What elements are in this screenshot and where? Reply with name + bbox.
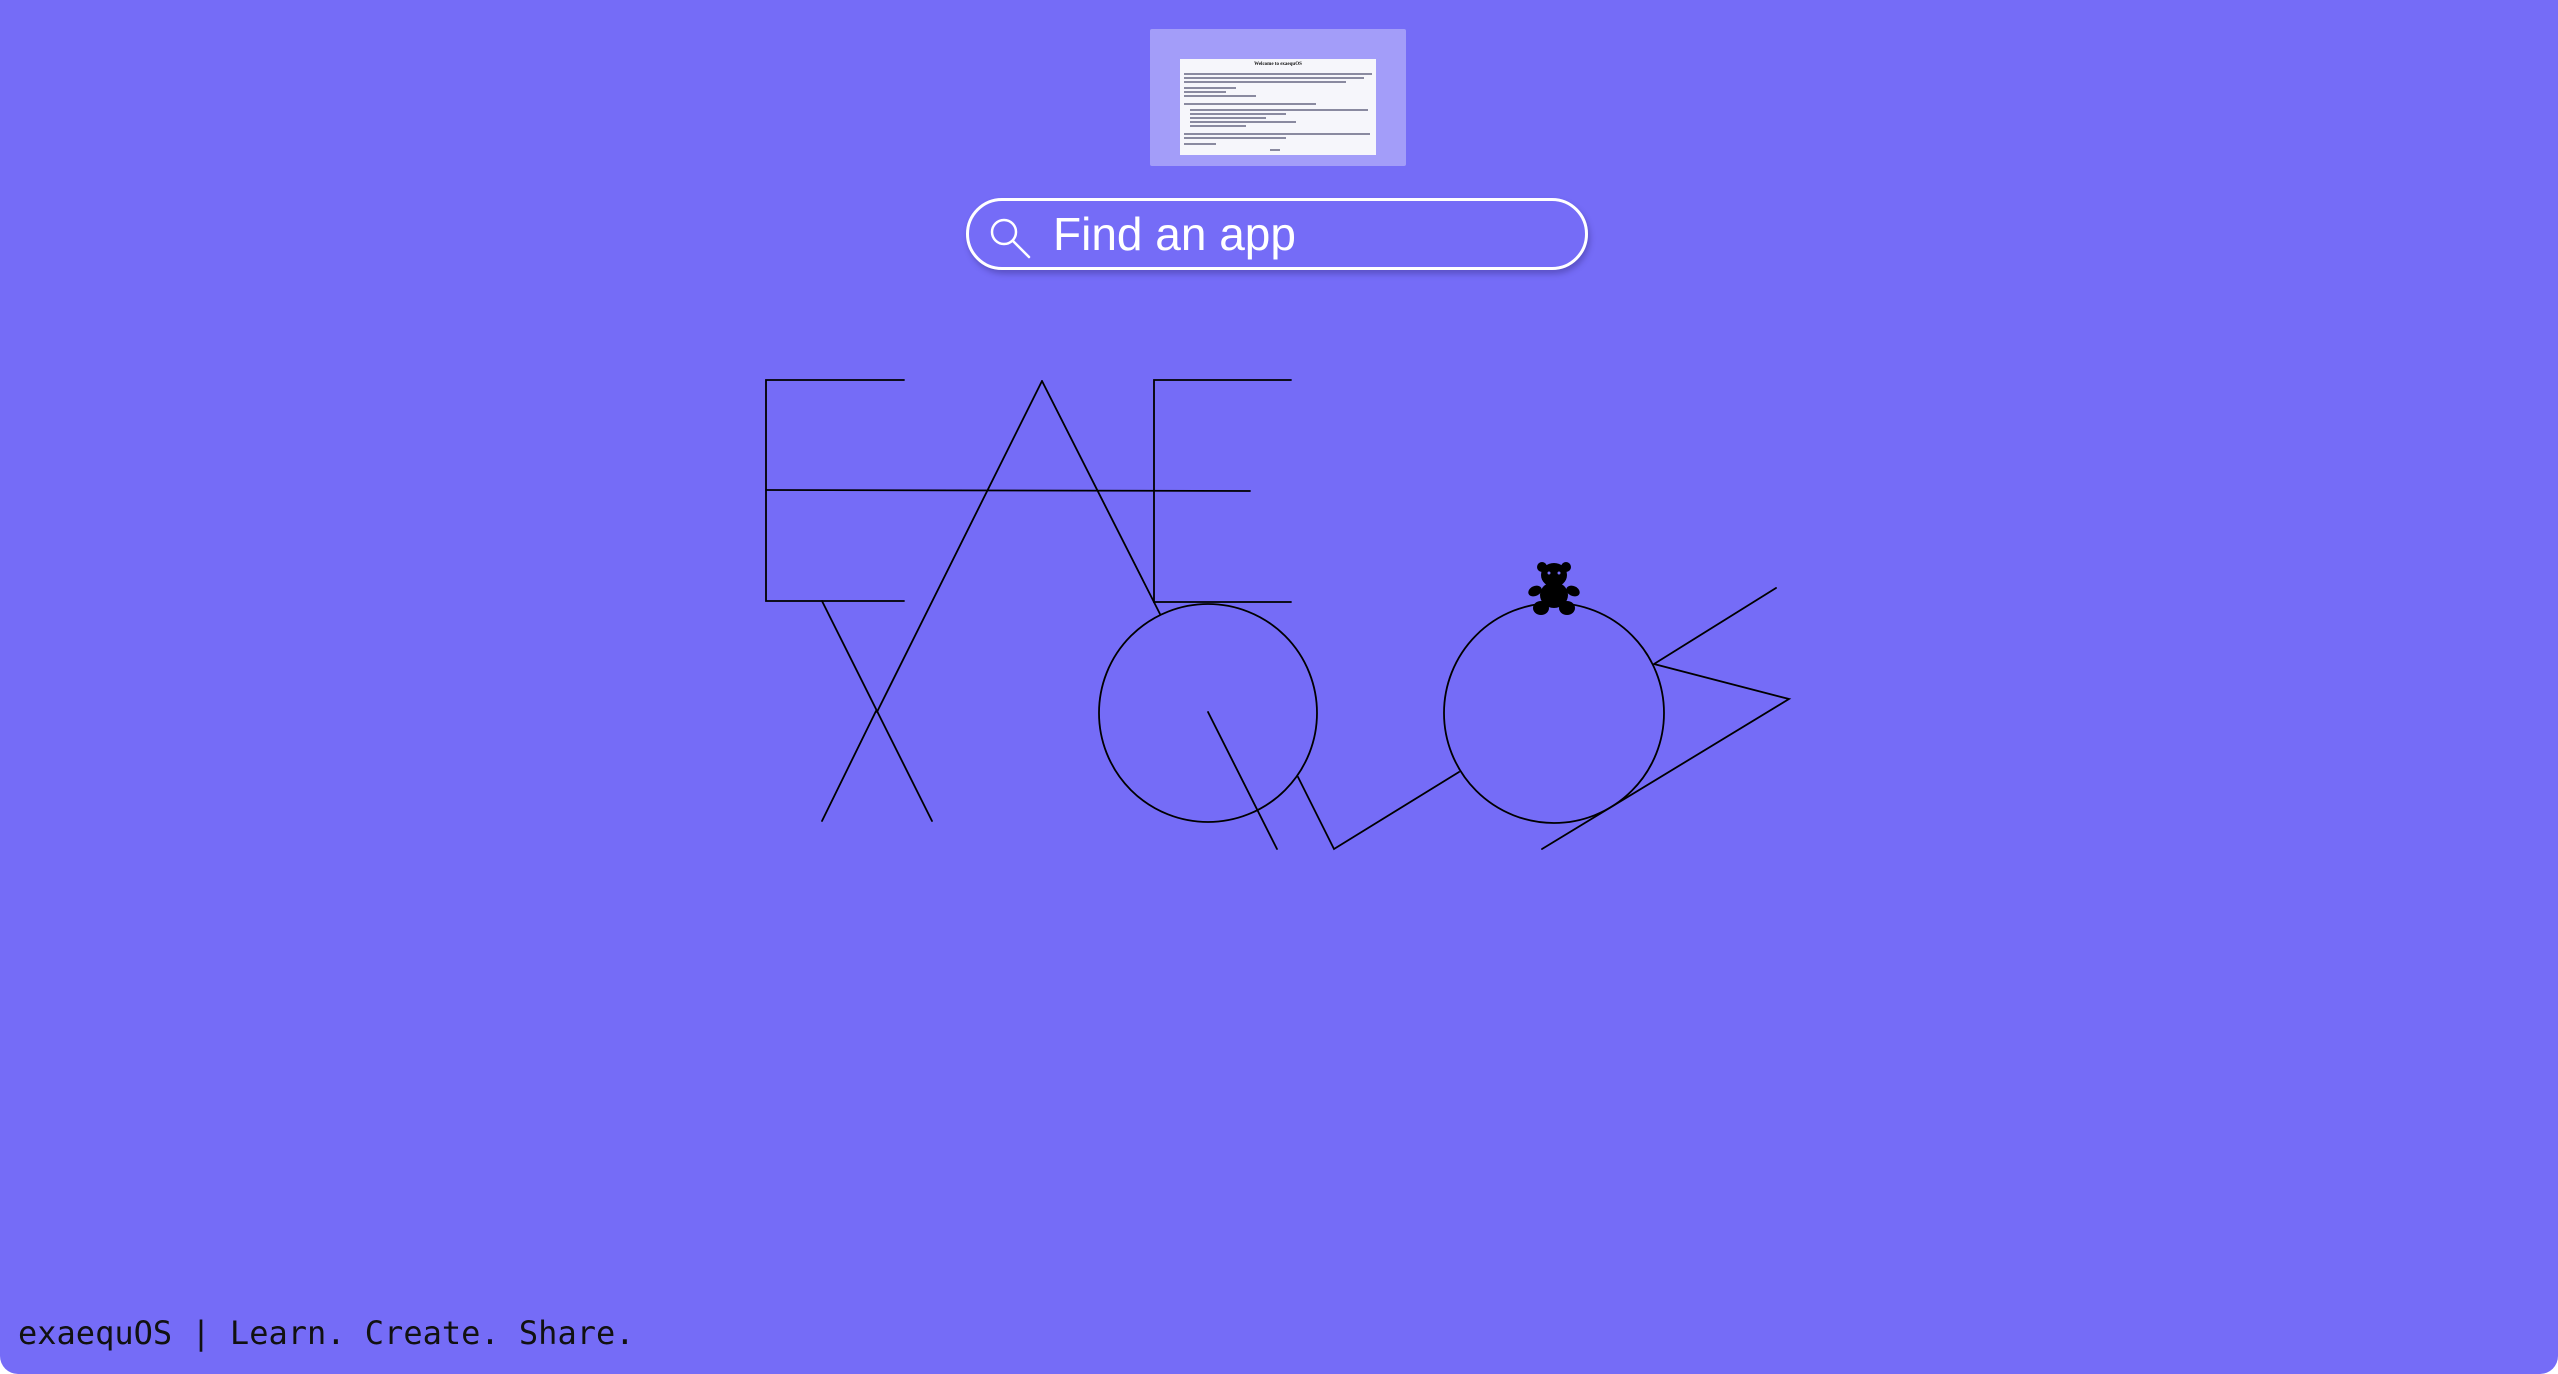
- search-input[interactable]: [1053, 201, 1553, 267]
- logo-letter-x-stroke-1: [821, 600, 933, 822]
- logo-letter-x-stroke-2: [821, 710, 877, 822]
- search-icon: [990, 218, 1031, 259]
- teddy-bear-icon[interactable]: [1528, 561, 1580, 615]
- logo-letter-e: [765, 379, 905, 602]
- window-thumbnail-preview: Welcome to exaequOS: [1180, 59, 1376, 155]
- app-search-bar[interactable]: [966, 198, 1588, 270]
- footer-tagline: exaequOS | Learn. Create. Share.: [18, 1314, 635, 1352]
- logo-letter-s: [1541, 587, 1792, 850]
- logo-letter-o: [1443, 602, 1665, 824]
- logo-crossbar: [765, 489, 1251, 492]
- logo-letter-q-tail: [1207, 711, 1278, 850]
- logo-letter-e2: [1153, 379, 1292, 603]
- logo-letter-q: [1098, 603, 1318, 823]
- logo-letter-a-right: [1041, 380, 1161, 615]
- logo-letter-a-left: [876, 380, 1043, 713]
- desktop: Welcome to exaequOS Find an app exaequOS…: [0, 0, 2558, 1374]
- window-thumbnail-title: Welcome to exaequOS: [1254, 62, 1302, 67]
- logo-letter-u: [1297, 771, 1460, 851]
- window-thumbnail[interactable]: Welcome to exaequOS: [1150, 29, 1406, 166]
